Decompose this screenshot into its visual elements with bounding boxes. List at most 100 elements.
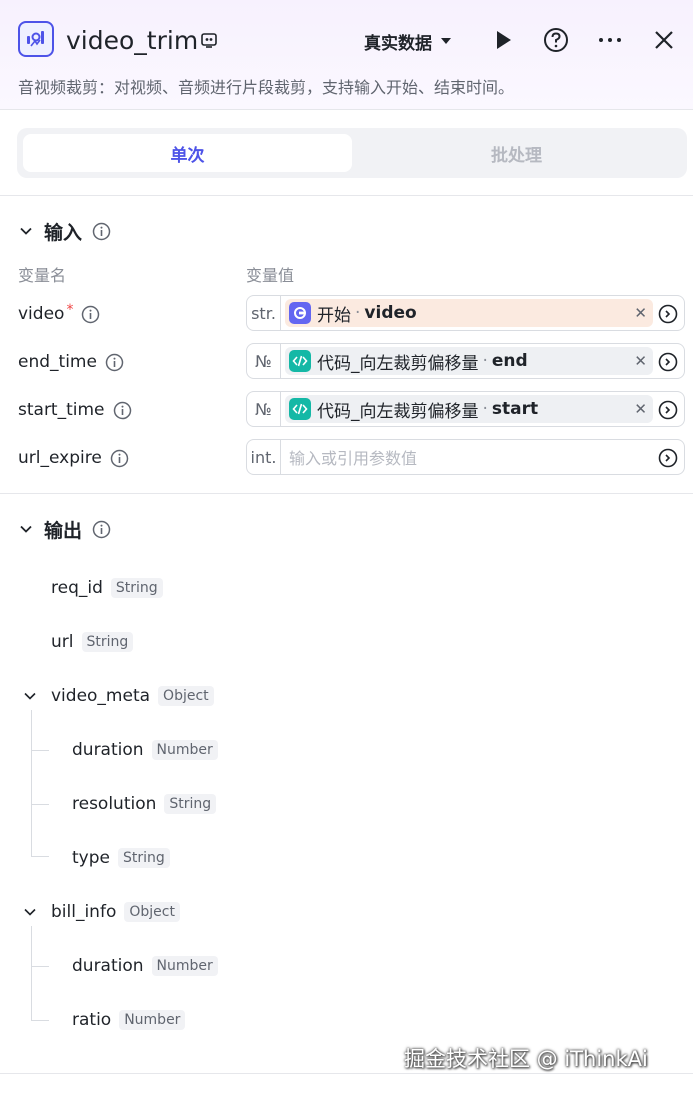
chevron-down-icon[interactable] bbox=[22, 904, 38, 920]
variable-reference-chip[interactable]: 代码_向左裁剪偏移量 · start ✕ bbox=[285, 395, 653, 423]
info-icon[interactable] bbox=[92, 222, 111, 241]
field-name: type bbox=[72, 848, 110, 868]
output-field: type String bbox=[72, 845, 170, 871]
tree-line bbox=[31, 856, 49, 857]
value-input-placeholder[interactable]: 输入或引用参数值 bbox=[289, 445, 417, 469]
type-badge: Number bbox=[151, 956, 218, 976]
type-badge: Object bbox=[124, 902, 180, 922]
type-tag: № bbox=[247, 392, 281, 426]
output-field: bill_info Object bbox=[51, 899, 180, 925]
type-badge: Object bbox=[158, 686, 214, 706]
tree-line bbox=[31, 926, 32, 1020]
caret-down-icon bbox=[441, 38, 451, 44]
output-field: duration Number bbox=[72, 737, 218, 763]
variable-select-icon[interactable] bbox=[658, 352, 678, 372]
help-icon[interactable] bbox=[543, 27, 569, 53]
ref-node-name: 代码_向左裁剪偏移量 bbox=[317, 401, 479, 422]
column-header-value: 变量值 bbox=[246, 266, 295, 285]
field-name: video_meta bbox=[51, 686, 151, 706]
info-icon[interactable] bbox=[92, 520, 111, 539]
tree-line bbox=[31, 750, 49, 751]
variable-select-icon[interactable] bbox=[658, 304, 678, 324]
param-value-url-expire[interactable]: int. 输入或引用参数值 bbox=[246, 439, 685, 475]
tab-single[interactable]: 单次 bbox=[23, 134, 352, 172]
param-value-end-time[interactable]: № 代码_向左裁剪偏移量 · end ✕ bbox=[246, 343, 685, 379]
more-icon[interactable] bbox=[597, 27, 623, 53]
param-name-end-time: end_time bbox=[18, 351, 124, 373]
remove-reference-icon[interactable]: ✕ bbox=[634, 400, 647, 418]
node-description: 音视频裁剪：对视频、音频进行片段裁剪，支持输入开始、结束时间。 bbox=[18, 78, 515, 97]
data-mode-label: 真实数据 bbox=[364, 33, 432, 54]
input-section-header[interactable]: 输入 bbox=[18, 217, 111, 245]
remove-reference-icon[interactable]: ✕ bbox=[634, 352, 647, 370]
ref-var-name: video bbox=[364, 303, 417, 323]
chevron-down-icon bbox=[20, 227, 32, 235]
variable-reference-chip[interactable]: 代码_向左裁剪偏移量 · end ✕ bbox=[285, 347, 653, 375]
info-icon[interactable] bbox=[105, 353, 124, 372]
edit-icon[interactable] bbox=[200, 31, 218, 49]
remove-reference-icon[interactable]: ✕ bbox=[634, 304, 647, 322]
type-badge: String bbox=[164, 794, 217, 814]
ref-node-name: 代码_向左裁剪偏移量 bbox=[317, 353, 479, 374]
node-header: video_trim 真实数据 音视频裁剪：对视频、音频进行片段裁剪，支持输入开… bbox=[0, 0, 693, 110]
ref-var-name: start bbox=[491, 399, 539, 419]
info-icon[interactable] bbox=[113, 401, 132, 420]
divider bbox=[0, 493, 693, 494]
output-field: resolution String bbox=[72, 791, 217, 817]
param-value-video[interactable]: str. 开始 · video ✕ bbox=[246, 295, 685, 331]
field-name: ratio bbox=[72, 1010, 112, 1030]
ref-var-name: end bbox=[491, 351, 528, 371]
param-name-start-time: start_time bbox=[18, 399, 132, 421]
field-name: resolution bbox=[72, 794, 157, 814]
output-field: req_id String bbox=[51, 575, 163, 601]
param-value-start-time[interactable]: № 代码_向左裁剪偏移量 · start ✕ bbox=[246, 391, 685, 427]
field-name: url bbox=[51, 632, 74, 652]
field-name: duration bbox=[72, 956, 144, 976]
code-node-icon bbox=[289, 398, 311, 420]
ref-node-name: 开始 bbox=[317, 305, 351, 326]
type-badge: Number bbox=[151, 740, 218, 760]
code-node-icon bbox=[289, 350, 311, 372]
variable-reference-chip[interactable]: 开始 · video ✕ bbox=[285, 299, 653, 327]
data-mode-select[interactable]: 真实数据 bbox=[364, 30, 452, 54]
type-badge: Number bbox=[119, 1010, 186, 1030]
node-title[interactable]: video_trim bbox=[66, 26, 198, 55]
output-field: duration Number bbox=[72, 953, 218, 979]
tree-line bbox=[31, 710, 32, 856]
type-badge: String bbox=[110, 578, 163, 598]
output-section-header[interactable]: 输出 bbox=[18, 515, 111, 543]
input-section-title: 输入 bbox=[44, 221, 83, 244]
tree-line bbox=[31, 1020, 49, 1021]
start-node-icon bbox=[289, 302, 311, 324]
run-icon[interactable] bbox=[490, 27, 516, 53]
output-section-title: 输出 bbox=[44, 519, 83, 542]
output-field: video_meta Object bbox=[51, 683, 214, 709]
video-trim-plugin-icon bbox=[18, 21, 54, 57]
type-tag: int. bbox=[247, 440, 281, 474]
type-badge: String bbox=[117, 848, 170, 868]
variable-select-icon[interactable] bbox=[658, 448, 678, 468]
close-icon[interactable] bbox=[651, 27, 677, 53]
column-header-name: 变量名 bbox=[18, 266, 67, 285]
info-icon[interactable] bbox=[110, 449, 129, 468]
output-field: ratio Number bbox=[72, 1007, 186, 1033]
chevron-down-icon bbox=[20, 525, 32, 533]
param-name-video: video * bbox=[18, 302, 100, 325]
run-mode-tabs: 单次 批处理 bbox=[17, 128, 687, 178]
tree-line bbox=[31, 966, 49, 967]
field-name: duration bbox=[72, 740, 144, 760]
tab-batch[interactable]: 批处理 bbox=[352, 134, 681, 172]
required-marker: * bbox=[66, 302, 74, 318]
ref-separator: · bbox=[482, 351, 488, 371]
ref-separator: · bbox=[482, 399, 488, 419]
output-field: url String bbox=[51, 629, 134, 655]
info-icon[interactable] bbox=[81, 305, 100, 324]
ref-separator: · bbox=[355, 303, 361, 323]
tree-line bbox=[31, 804, 49, 805]
divider bbox=[0, 195, 693, 196]
watermark: 掘金技术社区 @ iThinkAi bbox=[404, 1047, 648, 1071]
chevron-down-icon[interactable] bbox=[22, 688, 38, 704]
field-name: req_id bbox=[51, 578, 103, 598]
type-tag: str. bbox=[247, 296, 281, 330]
variable-select-icon[interactable] bbox=[658, 400, 678, 420]
